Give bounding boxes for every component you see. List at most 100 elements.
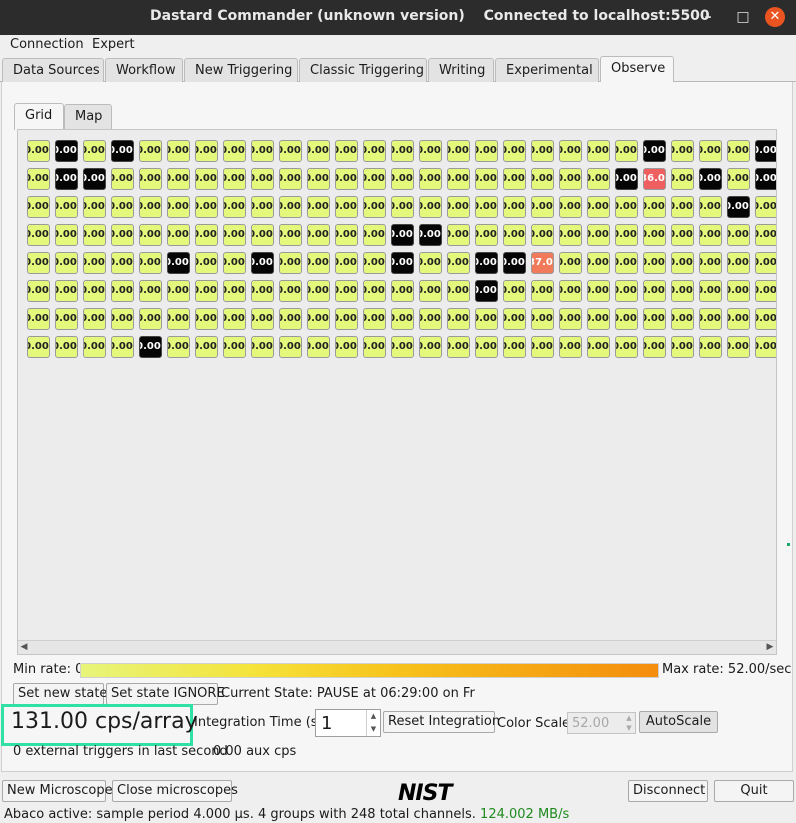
channel-cell[interactable]: 0.00 — [363, 224, 386, 246]
channel-cell[interactable]: 0.00 — [195, 140, 218, 162]
channel-cell[interactable]: 0.00 — [55, 196, 78, 218]
channel-cell[interactable]: 0.00 — [419, 168, 442, 190]
channel-cell[interactable]: 0.00 — [531, 308, 554, 330]
channel-cell[interactable]: 0.00 — [391, 168, 414, 190]
channel-cell[interactable]: 0.00 — [615, 196, 638, 218]
channel-cell[interactable]: 0.00 — [755, 196, 776, 218]
channel-cell[interactable]: 0.00 — [531, 140, 554, 162]
channel-cell[interactable]: 0.00 — [55, 336, 78, 358]
channel-cell[interactable]: 0.00 — [307, 336, 330, 358]
channel-cell[interactable]: 0.00 — [447, 308, 470, 330]
channel-cell[interactable]: 0.00 — [223, 308, 246, 330]
channel-cell[interactable]: 0.00 — [55, 140, 78, 162]
channel-cell[interactable]: 0.00 — [27, 280, 50, 302]
channel-cell[interactable]: 0.00 — [419, 308, 442, 330]
channel-cell[interactable]: 0.00 — [279, 336, 302, 358]
spin-arrows-icon[interactable]: ▲ ▼ — [366, 710, 380, 736]
channel-cell[interactable]: 0.00 — [195, 224, 218, 246]
channel-cell[interactable]: 0.00 — [195, 308, 218, 330]
color-scale-value[interactable]: 52.00 — [572, 716, 609, 731]
channel-cell[interactable]: 0.00 — [699, 252, 722, 274]
channel-cell[interactable]: 0.00 — [447, 280, 470, 302]
channel-cell[interactable]: 0.00 — [195, 168, 218, 190]
channel-cell[interactable]: 0.00 — [671, 280, 694, 302]
channel-cell[interactable]: 0.00 — [27, 224, 50, 246]
channel-cell[interactable]: 0.00 — [755, 140, 776, 162]
channel-cell[interactable]: 0.00 — [755, 168, 776, 190]
channel-cell[interactable]: 0.00 — [755, 336, 776, 358]
channel-cell[interactable]: 0.00 — [447, 336, 470, 358]
maximize-button[interactable]: □ — [733, 7, 753, 27]
channel-cell[interactable]: 0.00 — [363, 196, 386, 218]
channel-cell[interactable]: 0.00 — [335, 168, 358, 190]
color-scale-arrows-icon[interactable]: ▲ ▼ — [623, 713, 635, 733]
channel-cell[interactable]: 0.00 — [335, 140, 358, 162]
channel-cell[interactable]: 0.00 — [643, 280, 666, 302]
channel-cell[interactable]: 0.00 — [279, 308, 302, 330]
channel-cell[interactable]: 0.00 — [643, 252, 666, 274]
channel-cell[interactable]: 0.00 — [559, 280, 582, 302]
channel-cell[interactable]: 0.00 — [699, 280, 722, 302]
new-microscope-button[interactable]: New Microscope — [2, 780, 113, 802]
channel-cell[interactable]: 0.00 — [727, 140, 750, 162]
channel-cell[interactable]: 0.00 — [167, 168, 190, 190]
channel-cell[interactable]: 0.00 — [503, 196, 526, 218]
channel-cell[interactable]: 0.00 — [643, 196, 666, 218]
channel-cell[interactable]: 0.00 — [615, 252, 638, 274]
tab-workflow[interactable]: Workflow — [105, 58, 183, 82]
channel-cell[interactable]: 0.00 — [727, 308, 750, 330]
channel-cell[interactable]: 0.00 — [195, 280, 218, 302]
channel-cell[interactable]: 0.00 — [335, 280, 358, 302]
channel-cell[interactable]: 0.00 — [391, 224, 414, 246]
channel-cell[interactable]: 0.00 — [83, 280, 106, 302]
channel-cell[interactable]: 0.00 — [111, 196, 134, 218]
channel-cell[interactable]: 0.00 — [587, 168, 610, 190]
channel-cell[interactable]: 0.00 — [475, 140, 498, 162]
set-state-ignore-button[interactable]: Set state IGNORE — [106, 683, 225, 705]
subtab-map[interactable]: Map — [64, 104, 112, 129]
channel-cell[interactable]: 0.00 — [251, 336, 274, 358]
channel-cell[interactable]: 0.00 — [587, 140, 610, 162]
channel-cell[interactable]: 0.00 — [279, 140, 302, 162]
channel-cell[interactable]: 0.00 — [755, 252, 776, 274]
channel-cell[interactable]: 0.00 — [83, 308, 106, 330]
channel-cell[interactable]: 0.00 — [139, 280, 162, 302]
channel-cell[interactable]: 0.00 — [167, 252, 190, 274]
channel-cell[interactable]: 0.00 — [615, 308, 638, 330]
integration-time-value[interactable]: 1 — [321, 713, 332, 734]
tab-experimental[interactable]: Experimental — [495, 58, 599, 82]
channel-cell[interactable]: 0.00 — [587, 280, 610, 302]
channel-cell[interactable]: 0.00 — [727, 196, 750, 218]
channel-cell[interactable]: 0.00 — [699, 140, 722, 162]
channel-cell[interactable]: 0.00 — [307, 308, 330, 330]
channel-cell[interactable]: 0.00 — [307, 252, 330, 274]
channel-cell[interactable]: 0.00 — [363, 336, 386, 358]
channel-cell[interactable]: 0.00 — [335, 196, 358, 218]
channel-cell[interactable]: 0.00 — [503, 308, 526, 330]
channel-cell[interactable]: 0.00 — [559, 196, 582, 218]
quit-button[interactable]: Quit — [714, 780, 794, 802]
channel-cell[interactable]: 0.00 — [335, 336, 358, 358]
color-scale-spinbox[interactable]: 52.00 ▲ ▼ — [567, 712, 636, 734]
channel-cell[interactable]: 0.00 — [363, 140, 386, 162]
channel-cell[interactable]: 0.00 — [559, 308, 582, 330]
channel-cell[interactable]: 0.00 — [279, 280, 302, 302]
channel-cell[interactable]: 0.00 — [391, 280, 414, 302]
channel-cell[interactable]: 0.00 — [83, 336, 106, 358]
disconnect-button[interactable]: Disconnect — [628, 780, 708, 802]
channel-cell[interactable]: 0.00 — [559, 252, 582, 274]
channel-cell[interactable]: 0.00 — [363, 308, 386, 330]
channel-cell[interactable]: 0.00 — [167, 196, 190, 218]
channel-cell[interactable]: 0.00 — [615, 140, 638, 162]
channel-cell[interactable]: 0.00 — [699, 224, 722, 246]
channel-cell[interactable]: 0.00 — [363, 252, 386, 274]
menu-expert[interactable]: Expert — [92, 37, 135, 52]
channel-cell[interactable]: 0.00 — [391, 308, 414, 330]
channel-cell[interactable]: 0.00 — [195, 252, 218, 274]
channel-cell[interactable]: 0.00 — [307, 168, 330, 190]
channel-cell[interactable]: 0.00 — [531, 336, 554, 358]
channel-cell[interactable]: 0.00 — [447, 140, 470, 162]
channel-cell[interactable]: 0.00 — [251, 168, 274, 190]
channel-cell[interactable]: 0.00 — [27, 196, 50, 218]
reset-integration-button[interactable]: Reset Integration — [383, 711, 500, 733]
